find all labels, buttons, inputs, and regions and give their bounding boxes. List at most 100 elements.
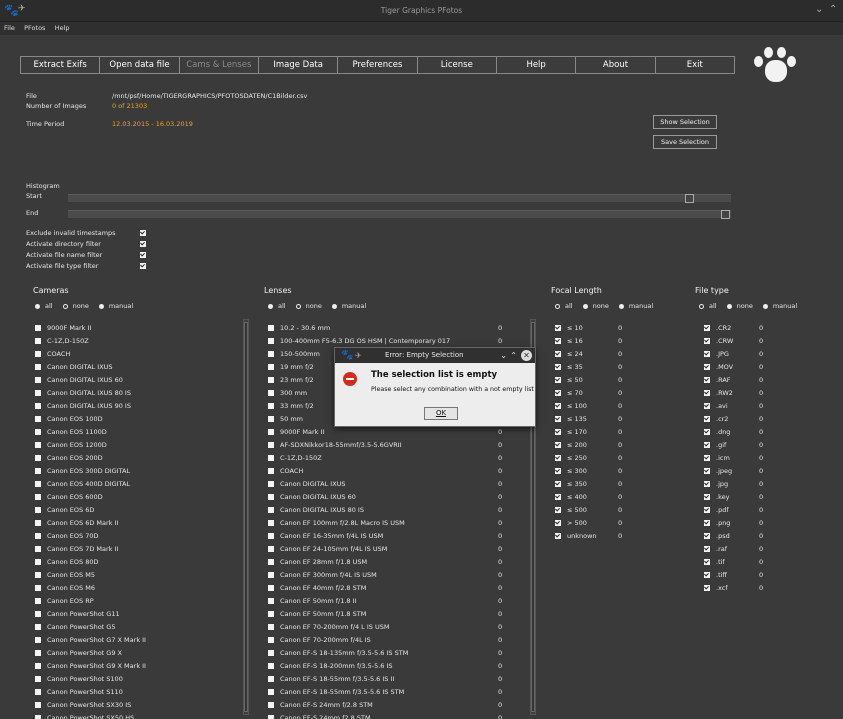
filetype-radio-none[interactable]: none bbox=[726, 302, 753, 310]
lens-row-checkbox[interactable] bbox=[268, 611, 274, 617]
camera-row[interactable]: Canon PowerShot G9 X Mark II bbox=[35, 660, 146, 673]
filetype-row[interactable]: .gif 0 bbox=[704, 439, 763, 452]
camera-row[interactable]: Canon DIGITAL IXUS 60 bbox=[35, 374, 123, 387]
focal-row-checkbox[interactable] bbox=[555, 520, 561, 526]
ok-button[interactable]: OK bbox=[424, 407, 458, 420]
focal-row[interactable]: ≤ 35 0 bbox=[555, 361, 622, 374]
camera-row[interactable]: Canon EOS 100D bbox=[35, 413, 103, 426]
start-slider-handle[interactable] bbox=[685, 194, 694, 203]
tab-extract-exifs[interactable]: Extract Exifs bbox=[20, 56, 100, 74]
start-slider[interactable] bbox=[68, 194, 731, 203]
lens-row[interactable]: Canon DIGITAL IXUS 0 bbox=[268, 478, 502, 491]
lenses-radio-none[interactable]: none bbox=[295, 302, 322, 310]
camera-row[interactable]: COACH bbox=[35, 348, 70, 361]
camera-row-checkbox[interactable] bbox=[35, 702, 41, 708]
lens-row[interactable]: Canon EF 50mm f/1.8 STM 0 bbox=[268, 608, 502, 621]
minimize-icon[interactable]: ⌄ bbox=[815, 4, 823, 15]
camera-row-checkbox[interactable] bbox=[35, 520, 41, 526]
lens-row-checkbox[interactable] bbox=[268, 533, 274, 539]
filter-file-name-checkbox[interactable] bbox=[140, 252, 146, 258]
focal-row-checkbox[interactable] bbox=[555, 338, 561, 344]
filetype-row[interactable]: .CR2 0 bbox=[704, 322, 763, 335]
maximize-icon[interactable]: ⌃ bbox=[510, 348, 517, 363]
lens-row-checkbox[interactable] bbox=[268, 390, 274, 396]
show-selection-button[interactable]: Show Selection bbox=[653, 115, 717, 129]
filter-invalid-timestamps-checkbox[interactable] bbox=[140, 230, 146, 236]
focal-radio-none[interactable]: none bbox=[582, 302, 609, 310]
lens-row[interactable]: Canon EF-S 18-55mm f/3.5-5.6 IS II 0 bbox=[268, 673, 502, 686]
lens-row[interactable]: Canon DIGITAL IXUS 60 0 bbox=[268, 491, 502, 504]
lens-row-checkbox[interactable] bbox=[268, 715, 274, 719]
lens-row[interactable]: Canon EF 16-35mm f/4L IS USM 0 bbox=[268, 530, 502, 543]
filetype-radio-all[interactable]: all bbox=[699, 302, 717, 310]
lens-row[interactable]: Canon EF-S 18-55mm f/3.5-5.6 IS STM 0 bbox=[268, 686, 502, 699]
filter-file-type-checkbox[interactable] bbox=[140, 263, 146, 269]
camera-row[interactable]: Canon EOS 6D Mark II bbox=[35, 517, 118, 530]
lens-row-checkbox[interactable] bbox=[268, 572, 274, 578]
lens-row-checkbox[interactable] bbox=[268, 637, 274, 643]
camera-row-checkbox[interactable] bbox=[35, 403, 41, 409]
close-icon[interactable]: ✕ bbox=[521, 350, 532, 361]
camera-row-checkbox[interactable] bbox=[35, 611, 41, 617]
focal-row-checkbox[interactable] bbox=[555, 390, 561, 396]
camera-row-checkbox[interactable] bbox=[35, 507, 41, 513]
filetype-row-checkbox[interactable] bbox=[704, 559, 710, 565]
camera-row[interactable]: Canon EOS RP bbox=[35, 595, 94, 608]
lenses-radio-manual[interactable]: manual bbox=[331, 302, 366, 310]
camera-row[interactable]: Canon PowerShot S110 bbox=[35, 686, 123, 699]
focal-row-checkbox[interactable] bbox=[555, 507, 561, 513]
lens-row[interactable]: 19 mm f/20 bbox=[268, 361, 502, 374]
filetype-row-checkbox[interactable] bbox=[704, 442, 710, 448]
filetype-row[interactable]: .dng 0 bbox=[704, 426, 763, 439]
lens-row[interactable]: Canon EF-S 18-200mm f/3.5-5.6 IS 0 bbox=[268, 660, 502, 673]
camera-row-checkbox[interactable] bbox=[35, 442, 41, 448]
filetype-row-checkbox[interactable] bbox=[704, 416, 710, 422]
cameras-radio-none[interactable]: none bbox=[62, 302, 89, 310]
focal-row-checkbox[interactable] bbox=[555, 403, 561, 409]
camera-row-checkbox[interactable] bbox=[35, 338, 41, 344]
focal-row[interactable]: unknown 0 bbox=[555, 530, 622, 543]
lens-row-checkbox[interactable] bbox=[268, 507, 274, 513]
filetype-row-checkbox[interactable] bbox=[704, 507, 710, 513]
menu-help[interactable]: Help bbox=[51, 22, 73, 32]
cameras-radio-all[interactable]: all bbox=[35, 302, 53, 310]
filetype-row[interactable]: .jpeg 0 bbox=[704, 465, 763, 478]
focal-row[interactable]: ≤ 500 0 bbox=[555, 504, 622, 517]
focal-row-checkbox[interactable] bbox=[555, 481, 561, 487]
lens-row[interactable]: Canon EF-S 24mm f2.8 STM 0 bbox=[268, 712, 502, 719]
filetype-row[interactable]: .tiff 0 bbox=[704, 569, 763, 582]
lens-row-checkbox[interactable] bbox=[268, 442, 274, 448]
camera-row[interactable]: Canon PowerShot G9 X bbox=[35, 647, 122, 660]
focal-length-list[interactable]: ≤ 10 0 ≤ 16 0 ≤ 24 0 ≤ 35 0 ≤ 50 0 ≤ 70 0 ≤ 100 0 ≤ 13… bbox=[555, 322, 665, 552]
camera-row-checkbox[interactable] bbox=[35, 494, 41, 500]
focal-row[interactable]: ≤ 350 0 bbox=[555, 478, 622, 491]
filetype-row-checkbox[interactable] bbox=[704, 455, 710, 461]
camera-row[interactable]: Canon PowerShot SX30 IS bbox=[35, 699, 131, 712]
filetype-row-checkbox[interactable] bbox=[704, 481, 710, 487]
lens-row-checkbox[interactable] bbox=[268, 429, 274, 435]
lens-row-checkbox[interactable] bbox=[268, 468, 274, 474]
tab-help[interactable]: Help bbox=[495, 56, 576, 74]
lens-row-checkbox[interactable] bbox=[268, 403, 274, 409]
tab-license[interactable]: License bbox=[416, 56, 496, 74]
focal-row-checkbox[interactable] bbox=[555, 468, 561, 474]
camera-row[interactable]: Canon EOS 600D bbox=[35, 491, 103, 504]
lens-row-checkbox[interactable] bbox=[268, 546, 274, 552]
camera-row[interactable]: Canon EOS M6 bbox=[35, 582, 95, 595]
cameras-radio-manual[interactable]: manual bbox=[98, 302, 133, 310]
filetype-row-checkbox[interactable] bbox=[704, 572, 710, 578]
filetype-row[interactable]: .avi 0 bbox=[704, 400, 763, 413]
focal-row-checkbox[interactable] bbox=[555, 351, 561, 357]
focal-row[interactable]: ≤ 250 0 bbox=[555, 452, 622, 465]
camera-row[interactable]: Canon EOS 1100D bbox=[35, 426, 107, 439]
filetype-row-checkbox[interactable] bbox=[704, 403, 710, 409]
camera-row[interactable]: Canon EOS 200D bbox=[35, 452, 103, 465]
camera-row-checkbox[interactable] bbox=[35, 585, 41, 591]
lens-row-checkbox[interactable] bbox=[268, 702, 274, 708]
focal-radio-all[interactable]: all bbox=[555, 302, 573, 310]
filetype-row[interactable]: .icm 0 bbox=[704, 452, 763, 465]
filetype-row-checkbox[interactable] bbox=[704, 468, 710, 474]
camera-row-checkbox[interactable] bbox=[35, 572, 41, 578]
filetype-row-checkbox[interactable] bbox=[704, 494, 710, 500]
focal-row-checkbox[interactable] bbox=[555, 533, 561, 539]
